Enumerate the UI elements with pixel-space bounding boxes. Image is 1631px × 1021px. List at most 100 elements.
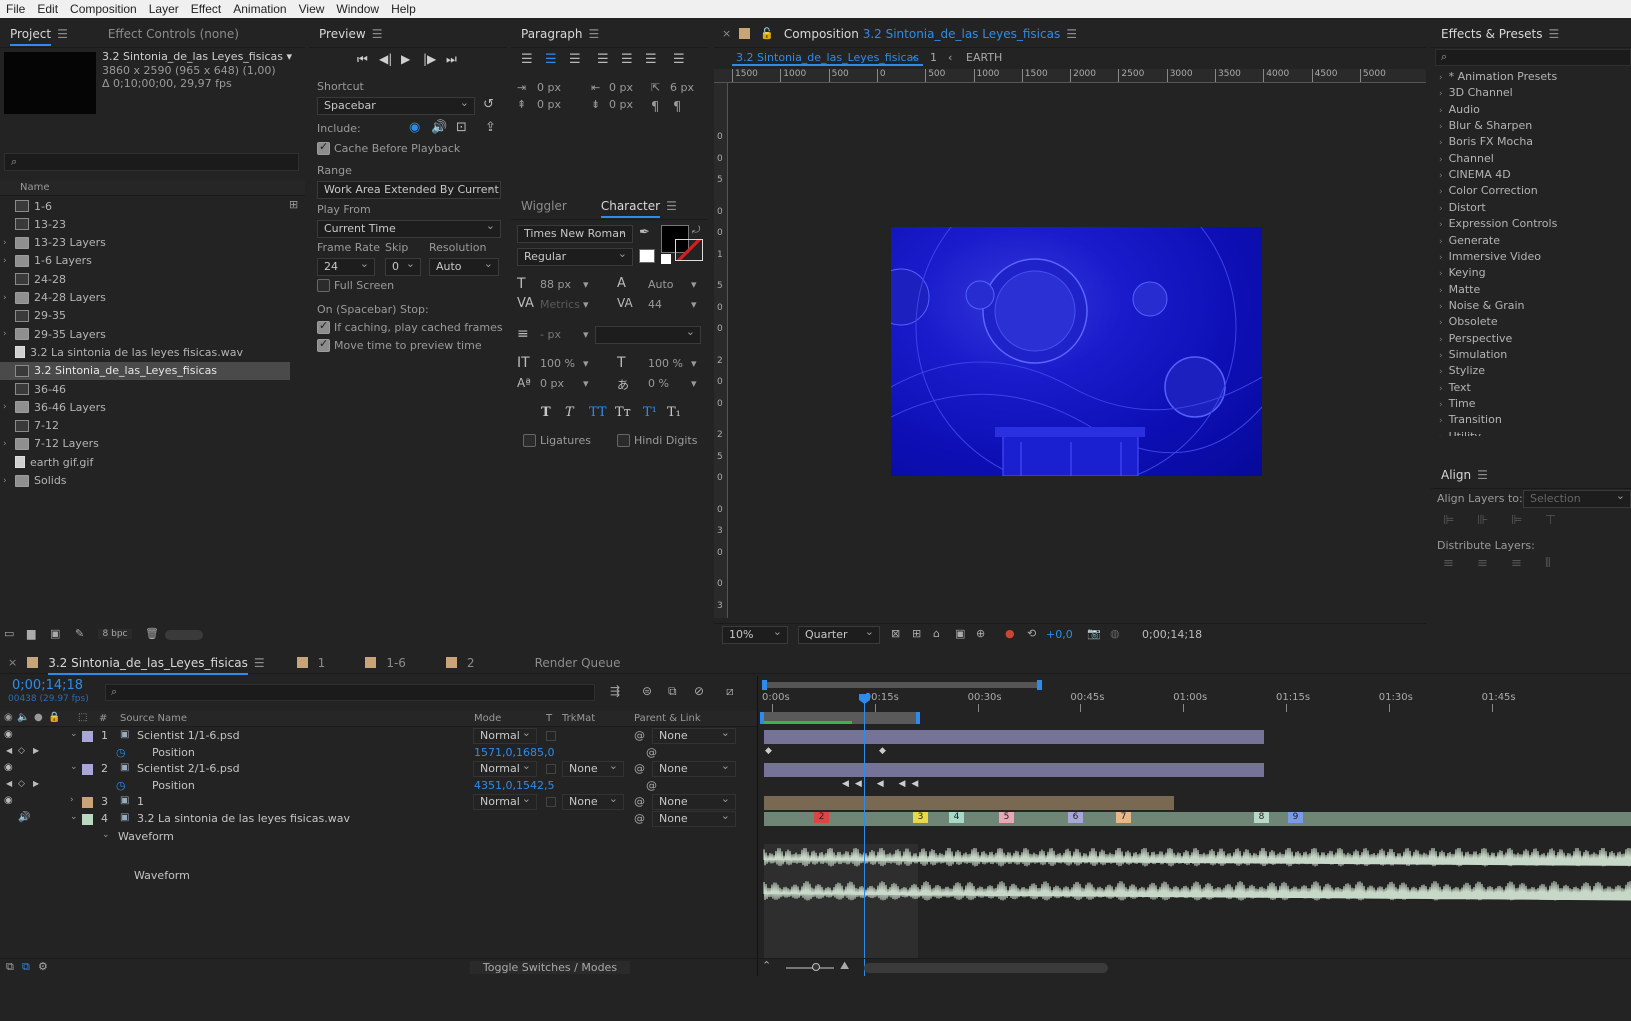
superscript-button[interactable]: T¹: [643, 405, 657, 420]
faux-italic-button[interactable]: T: [565, 405, 574, 420]
layer-row[interactable]: 🔊 ⌄ 4 ▣ 3.2 La sintonia de las leyes fisicas…: [0, 811, 757, 828]
tracking-value[interactable]: 44: [648, 298, 662, 311]
align-right-icon[interactable]: ☰: [569, 52, 581, 67]
speaker-icon[interactable]: 🔊: [18, 812, 30, 823]
font-size-chevron-icon[interactable]: ▾: [583, 278, 589, 291]
baseline-chevron-icon[interactable]: ▾: [583, 377, 589, 390]
stopwatch-icon[interactable]: ◷: [116, 779, 126, 792]
swap-colors-icon[interactable]: ⤾: [692, 225, 700, 236]
time-ruler[interactable]: 0:00s 00:15s 00:30s 00:45s 01:00s 01:15s 01:30…: [758, 690, 1631, 712]
new-folder-icon[interactable]: ▆: [27, 627, 35, 640]
pickwhip-icon[interactable]: @: [634, 812, 645, 825]
layer-name[interactable]: 3.2 La sintonia de las leyes fisicas.wav: [137, 812, 350, 825]
playhead[interactable]: [859, 694, 870, 976]
tab-render-queue[interactable]: Render Queue: [525, 656, 631, 670]
export-icon[interactable]: ⇪: [485, 120, 496, 135]
effects-category[interactable]: › Immersive Video: [1439, 250, 1541, 263]
distribute-bottom-icon[interactable]: ≡: [1511, 556, 1522, 571]
chevron-right-icon[interactable]: ›: [3, 402, 13, 412]
kerning-value[interactable]: Metrics: [540, 298, 580, 311]
distribute-left-icon[interactable]: ⦀: [1545, 556, 1551, 571]
layer-marker[interactable]: 3: [913, 812, 928, 823]
faux-bold-button[interactable]: T: [541, 405, 551, 420]
effects-category[interactable]: › Transition: [1439, 413, 1502, 426]
next-frame-icon[interactable]: |▶: [423, 52, 436, 66]
comp-timecode[interactable]: 0;00;14;18: [1142, 628, 1202, 641]
effects-category[interactable]: › * Animation Presets: [1439, 70, 1557, 83]
align-left-icon[interactable]: ⊫: [1443, 513, 1454, 528]
rtl-icon[interactable]: ¶: [673, 100, 681, 115]
layer-marker[interactable]: 9: [1288, 812, 1303, 823]
project-item[interactable]: › 7-12 Layers: [0, 435, 290, 453]
project-item[interactable]: › Solids: [0, 472, 290, 490]
project-item[interactable]: 3.2 La sintonia de las leyes fisicas.wav: [0, 343, 290, 361]
project-item[interactable]: › 29-35 Layers: [0, 325, 290, 343]
last-frame-icon[interactable]: ⏭: [446, 52, 457, 67]
justify-all-icon[interactable]: ☰: [673, 52, 685, 67]
chevron-down-icon[interactable]: ›: [70, 795, 74, 805]
chevron-right-icon[interactable]: ›: [3, 238, 13, 248]
eye-icon[interactable]: ◉: [4, 795, 13, 806]
close-icon[interactable]: ×: [8, 656, 17, 669]
graph-editor-icon[interactable]: ⧄: [726, 684, 734, 699]
menu-edit[interactable]: Edit: [31, 2, 64, 16]
breadcrumb-earth[interactable]: EARTH: [966, 51, 1002, 64]
layer-name[interactable]: 1: [137, 795, 144, 808]
zoom-slider[interactable]: [786, 963, 834, 971]
stroke-chevron-icon[interactable]: ▾: [583, 328, 589, 341]
column-name[interactable]: Name: [20, 182, 50, 193]
parent-dropdown[interactable]: None: [652, 728, 736, 744]
resolution-dropdown[interactable]: Quarter: [798, 626, 880, 644]
play-from-dropdown[interactable]: Current Time: [317, 220, 501, 238]
layer-row[interactable]: ◉ › 3 ▣ 1 Normal None @ None: [0, 794, 757, 811]
no-stroke-icon[interactable]: [639, 249, 655, 263]
layer-row[interactable]: ◉ ⌄ 1 ▣ Scientist 1/1-6.psd Normal @ None: [0, 728, 757, 745]
menu-effect[interactable]: Effect: [185, 2, 227, 16]
layer-marker[interactable]: 6: [1068, 812, 1083, 823]
position-property-row[interactable]: ◀ ◇ ▶ ◷ Position 4351,0,1542,5 @: [0, 778, 757, 795]
prev-frame-icon[interactable]: ◀|: [379, 52, 392, 66]
chevron-right-icon[interactable]: ›: [3, 439, 13, 449]
show-snapshot-icon[interactable]: ◍: [1110, 627, 1120, 640]
project-item[interactable]: › 24-28 Layers: [0, 289, 290, 307]
position-value[interactable]: 1571,0,1685,0: [474, 746, 554, 759]
move-time-checkbox[interactable]: [317, 337, 330, 352]
stroke-width-value[interactable]: - px: [540, 328, 561, 341]
range-dropdown[interactable]: Work Area Extended By Current...: [317, 181, 501, 199]
align-right-icon[interactable]: ⊫: [1511, 513, 1522, 528]
baseline-shift-value[interactable]: 0 px: [540, 377, 564, 390]
parent-dropdown[interactable]: None: [652, 811, 736, 827]
effects-category[interactable]: › Blur & Sharpen: [1439, 119, 1532, 132]
project-item[interactable]: 3.2 Sintonia_de_las_Leyes_fisicas: [0, 361, 290, 380]
pickwhip-icon[interactable]: @: [646, 779, 657, 792]
justify-right-icon[interactable]: ☰: [645, 52, 657, 67]
column-trkmat[interactable]: TrkMat: [562, 713, 595, 724]
layer-2-keyframes[interactable]: ◀◀ ◀ ◀◀: [842, 779, 924, 789]
space-after-value[interactable]: 0 px: [609, 98, 633, 111]
waveform-group-row[interactable]: ⌄ Waveform: [0, 829, 757, 846]
expand-icon[interactable]: »: [697, 199, 708, 213]
comp-frame-image[interactable]: [891, 227, 1262, 476]
trkmat-dropdown[interactable]: None: [562, 761, 624, 778]
chevron-right-icon[interactable]: ›: [3, 293, 13, 303]
project-search-input[interactable]: ⌕: [4, 153, 299, 171]
ltr-icon[interactable]: ¶: [651, 100, 659, 115]
comp-viewer[interactable]: [729, 84, 1426, 618]
layer-marker[interactable]: 2: [814, 812, 829, 823]
layer-marker[interactable]: 5: [999, 812, 1014, 823]
tab-timeline-2[interactable]: 2: [457, 656, 485, 670]
tab-timeline-1[interactable]: 1: [308, 656, 336, 670]
effects-category[interactable]: › Keying: [1439, 266, 1486, 279]
align-center-icon[interactable]: ☰: [545, 52, 557, 67]
align-left-icon[interactable]: ☰: [521, 52, 533, 67]
trkmat-dropdown[interactable]: None: [562, 794, 624, 811]
layer-name[interactable]: Scientist 2/1-6.psd: [137, 762, 240, 775]
project-item[interactable]: earth gif.gif: [0, 453, 290, 471]
pickwhip-icon[interactable]: @: [634, 729, 645, 742]
pickwhip-icon[interactable]: @: [634, 762, 645, 775]
label-color-swatch[interactable]: [82, 814, 93, 825]
preserve-transparency-checkbox[interactable]: [546, 731, 556, 741]
frame-blending-icon[interactable]: ⊘: [694, 684, 704, 698]
column-parent[interactable]: Parent & Link: [634, 713, 701, 724]
full-screen-checkbox[interactable]: [317, 279, 330, 292]
